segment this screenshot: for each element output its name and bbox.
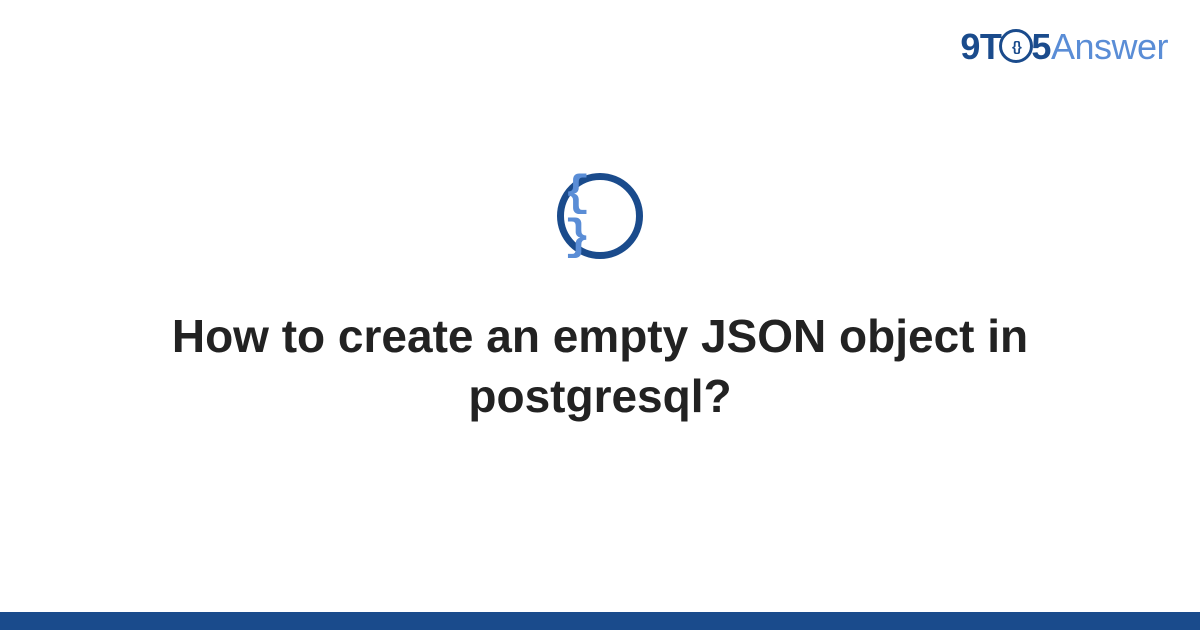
footer-bar — [0, 612, 1200, 630]
main-content: { } How to create an empty JSON object i… — [0, 0, 1200, 630]
question-title: How to create an empty JSON object in po… — [150, 307, 1050, 427]
braces-glyph: { } — [564, 172, 636, 260]
json-braces-icon: { } — [557, 173, 643, 259]
